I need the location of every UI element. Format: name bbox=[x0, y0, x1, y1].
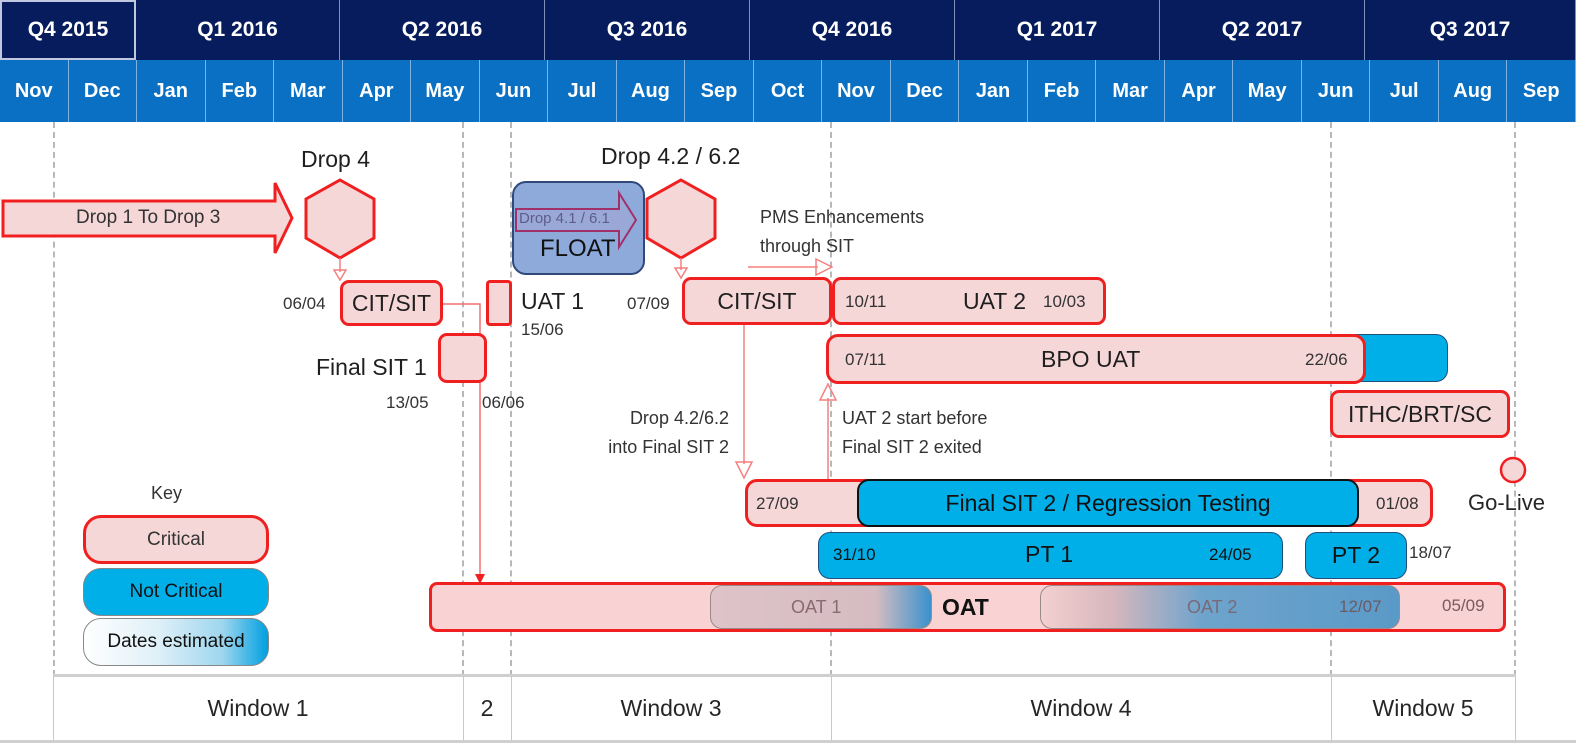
cit1-start-date: 06/04 bbox=[283, 294, 326, 313]
pms-line1: PMS Enhancements bbox=[760, 207, 925, 227]
pt2-label: PT 2 bbox=[1331, 542, 1381, 568]
uat2-label: UAT 2 bbox=[963, 288, 1027, 314]
cit1-label: CIT/SIT bbox=[351, 289, 432, 316]
window-row-bottom-border bbox=[0, 740, 1576, 743]
finalsit2-start-date: 27/09 bbox=[756, 494, 799, 513]
bpouat-end-date: 22/06 bbox=[1305, 350, 1348, 369]
legend-not-critical-label: Not Critical bbox=[129, 581, 223, 602]
float-box: Drop 4.1 / 6.1 FLOAT bbox=[512, 181, 645, 275]
drop42-hexagon bbox=[645, 178, 717, 260]
pt2-end-date: 18/07 bbox=[1409, 543, 1452, 562]
window-3: Window 3 bbox=[620, 694, 722, 721]
cit2-label: CIT/SIT bbox=[717, 287, 797, 314]
window-divider bbox=[1515, 676, 1516, 740]
finalsit1-start-date: 13/05 bbox=[386, 393, 429, 412]
golive-marker bbox=[1499, 456, 1527, 484]
drop-into-line2: into Final SIT 2 bbox=[608, 437, 729, 457]
uat2-end-date: 10/03 bbox=[1043, 292, 1086, 311]
finalsit2-label: Final SIT 2 / Regression Testing bbox=[945, 489, 1271, 516]
oat2-estimated-bar: OAT 2 12/07 bbox=[1040, 585, 1400, 629]
oat-label: OAT bbox=[942, 594, 989, 620]
legend-critical: Critical bbox=[83, 515, 269, 564]
uat2-before-annotation: UAT 2 start before Final SIT 2 exited bbox=[842, 404, 987, 462]
drop42-label: Drop 4.2 / 6.2 bbox=[601, 143, 741, 169]
uat1-bar bbox=[486, 280, 512, 326]
arrowhead bbox=[815, 257, 834, 277]
cit2-bar: CIT/SIT bbox=[682, 277, 832, 325]
drop1-to-3-label: Drop 1 To Drop 3 bbox=[76, 207, 221, 228]
legend-title: Key bbox=[151, 483, 183, 503]
pt2-bar: PT 2 bbox=[1305, 532, 1407, 579]
finalsit2-end-date: 01/08 bbox=[1376, 494, 1419, 513]
finalsit1-label: Final SIT 1 bbox=[316, 354, 427, 380]
uat1-end-date: 15/06 bbox=[521, 320, 564, 339]
oat1-label: OAT 1 bbox=[791, 597, 842, 617]
window-2: 2 bbox=[480, 694, 494, 721]
legend-estimated: Dates estimated bbox=[83, 618, 269, 666]
arrowhead bbox=[734, 461, 754, 480]
ithc-label: ITHC/BRT/SC bbox=[1348, 400, 1492, 427]
drop-into-line1: Drop 4.2/6.2 bbox=[629, 408, 729, 428]
drop-into-annotation: Drop 4.2/6.2 into Final SIT 2 bbox=[583, 404, 729, 462]
golive-label: Go-Live bbox=[1468, 490, 1546, 515]
oat-bar: OAT 1 OAT OAT 2 12/07 05/09 bbox=[429, 582, 1506, 632]
legend-not-critical: Not Critical bbox=[83, 568, 269, 616]
ithc-bar: ITHC/BRT/SC bbox=[1330, 390, 1510, 438]
bpouat-label: BPO UAT bbox=[1041, 346, 1141, 372]
uat2-before-line1: UAT 2 start before bbox=[842, 408, 988, 428]
bpouat-start-date: 07/11 bbox=[845, 350, 887, 369]
drop4-hexagon bbox=[304, 178, 376, 260]
window-5: Window 5 bbox=[1372, 694, 1474, 721]
cit1-bar: CIT/SIT bbox=[340, 280, 443, 326]
bpouat-bar: 07/11 BPO UAT 22/06 bbox=[826, 334, 1366, 384]
float-label: FLOAT bbox=[540, 235, 616, 262]
pms-line2: through SIT bbox=[760, 236, 855, 256]
uat1-label: UAT 1 bbox=[521, 288, 585, 314]
pt1-start-date: 31/10 bbox=[833, 545, 876, 564]
uat2-bar: 10/11 UAT 2 10/03 bbox=[832, 277, 1106, 325]
drop4-label: Drop 4 bbox=[301, 146, 371, 172]
pt1-label: PT 1 bbox=[1025, 541, 1074, 567]
uat2-before-line2: Final SIT 2 exited bbox=[842, 437, 982, 457]
cit2-start-date: 07/09 bbox=[627, 294, 670, 313]
uat2-start-date: 10/11 bbox=[845, 292, 887, 311]
legend-estimated-label: Dates estimated bbox=[107, 631, 245, 652]
window-1: Window 1 bbox=[207, 694, 309, 721]
finalsit1-bar bbox=[438, 333, 487, 383]
finalsit1-end-date: 06/06 bbox=[482, 393, 525, 412]
oat-end-date: 05/09 bbox=[1442, 596, 1485, 615]
drop41-label: Drop 4.1 / 6.1 bbox=[519, 210, 610, 227]
pt1-end-date: 24/05 bbox=[1209, 545, 1252, 564]
finalsit2-core-bar: Final SIT 2 / Regression Testing bbox=[857, 479, 1359, 527]
pt1-bar: 31/10 PT 1 24/05 bbox=[818, 532, 1283, 579]
oat1-estimated-bar: OAT 1 bbox=[710, 585, 932, 629]
pms-annotation: PMS Enhancements through SIT bbox=[760, 203, 924, 261]
oat2-label: OAT 2 bbox=[1187, 597, 1238, 617]
arrowhead bbox=[818, 382, 838, 401]
window-4: Window 4 bbox=[1030, 694, 1132, 721]
oat2-end-date: 12/07 bbox=[1339, 597, 1382, 616]
legend-critical-label: Critical bbox=[146, 528, 206, 550]
